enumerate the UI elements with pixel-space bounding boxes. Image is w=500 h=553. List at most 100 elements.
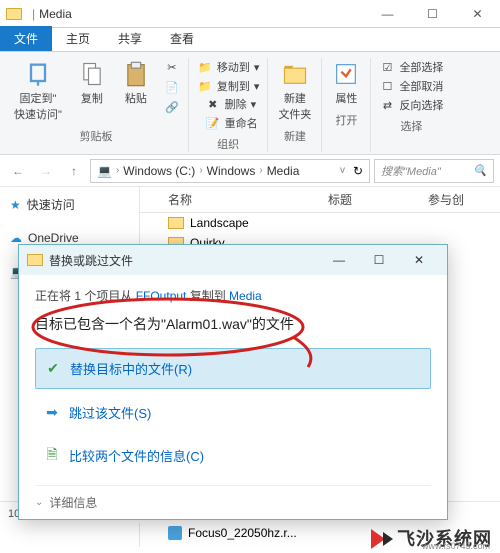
chevron-down-icon: ⌄ [35, 497, 43, 508]
crumb-2[interactable]: Media [267, 164, 300, 178]
menu-tabs: 文件 主页 共享 查看 [0, 28, 500, 52]
selectnone-label: 全部取消 [399, 78, 443, 94]
back-button[interactable]: ← [6, 159, 30, 183]
dlg-mid: 复制到 [186, 289, 229, 303]
dlg-dst-link[interactable]: Media [229, 289, 262, 303]
dlg-prefix: 正在将 1 个项目从 [35, 289, 136, 303]
dialog-more-details[interactable]: ⌄ 详细信息 [35, 485, 431, 511]
nav-quick-access[interactable]: ★ 快速访问 [0, 193, 139, 216]
tab-share[interactable]: 共享 [104, 26, 156, 51]
tab-home[interactable]: 主页 [52, 26, 104, 51]
folder-icon [6, 8, 22, 20]
col-title[interactable]: 标题 [320, 187, 420, 212]
check-icon: ✔ [44, 360, 62, 378]
up-button[interactable]: ↑ [62, 159, 86, 183]
copy-path-button[interactable]: 📄 [162, 78, 182, 96]
watermark-logo-icon [383, 532, 393, 546]
pin-label: 固定到" 快速访问" [14, 90, 62, 122]
col-name[interactable]: 名称 [160, 187, 320, 212]
paste-button[interactable]: 粘贴 [118, 58, 154, 108]
ribbon: 固定到" 快速访问" 复制 粘贴 ✂ 📄 🔗 剪贴板 📁移动到 ▾ 📁复制到 ▾ [0, 52, 500, 155]
watermark: 飞沙系统网 www.fs0745.com [371, 529, 492, 549]
invert-icon: ⇄ [379, 97, 395, 113]
delete-button[interactable]: ✖删除 ▾ [203, 95, 259, 113]
properties-icon [332, 60, 360, 88]
paste-label: 粘贴 [125, 90, 147, 106]
item-name: Landscape [190, 216, 249, 230]
option-replace[interactable]: ✔ 替换目标中的文件(R) [35, 348, 431, 389]
moveto-icon: 📁 [197, 59, 213, 75]
select-all-button[interactable]: ☑全部选择 [377, 58, 445, 76]
window-title: Media [39, 7, 72, 21]
copy-to-button[interactable]: 📁复制到 ▾ [195, 77, 262, 95]
crumb-1[interactable]: Windows [207, 164, 256, 178]
col-contrib[interactable]: 参与创 [420, 187, 500, 212]
dialog-maximize-button[interactable]: ☐ [359, 246, 399, 274]
copy-button[interactable]: 复制 [74, 58, 110, 108]
forward-button[interactable]: → [34, 159, 58, 183]
dialog-info-line: 正在将 1 个项目从 FFOutput 复制到 Media [35, 287, 431, 304]
replace-skip-dialog: 替换或跳过文件 — ☐ ✕ 正在将 1 个项目从 FFOutput 复制到 Me… [18, 244, 448, 520]
option-skip[interactable]: ➡ 跳过该文件(S) [35, 393, 431, 432]
dlg-src-link[interactable]: FFOutput [136, 289, 187, 303]
dlg-q-post: "的文件 [247, 316, 294, 332]
window-titlebar: | Media — ☐ ✕ [0, 0, 500, 28]
option-skip-label: 跳过该文件(S) [69, 403, 151, 422]
shortcut-icon: 🔗 [164, 99, 180, 115]
nav-onedrive-label: OneDrive [28, 231, 79, 245]
select-none-button[interactable]: ☐全部取消 [377, 77, 445, 95]
dlg-q-pre: 目标已包含一个名为" [35, 316, 166, 332]
tab-file[interactable]: 文件 [0, 26, 52, 51]
star-icon: ★ [10, 198, 21, 212]
properties-label: 属性 [335, 90, 357, 106]
option-compare-label: 比较两个文件的信息(C) [69, 446, 204, 465]
new-folder-icon [281, 60, 309, 88]
dialog-minimize-button[interactable]: — [319, 246, 359, 274]
new-folder-label: 新建 文件夹 [278, 90, 311, 122]
paste-icon [122, 60, 150, 88]
rename-button[interactable]: 📝重命名 [203, 114, 260, 132]
nav-quick-label: 快速访问 [27, 196, 75, 213]
invert-selection-button[interactable]: ⇄反向选择 [377, 96, 445, 114]
list-item[interactable]: Landscape [140, 213, 500, 233]
copy-icon [78, 60, 106, 88]
path-icon: 📄 [164, 79, 180, 95]
folder-icon [27, 254, 43, 266]
crumb-0[interactable]: Windows (C:) [123, 164, 195, 178]
organize-group-label: 组织 [217, 136, 239, 152]
move-to-button[interactable]: 📁移动到 ▾ [195, 58, 262, 76]
pin-icon [24, 60, 52, 88]
open-group-label: 打开 [335, 112, 357, 128]
properties-button[interactable]: 属性 [328, 58, 364, 108]
moveto-label: 移动到 [217, 59, 250, 75]
dlg-filename: Alarm01.wav [166, 316, 247, 332]
copyto-icon: 📁 [197, 78, 213, 94]
breadcrumb[interactable]: 💻 › Windows (C:)› Windows› Media v ↻ [90, 159, 370, 183]
dialog-close-button[interactable]: ✕ [399, 246, 439, 274]
tab-view[interactable]: 查看 [156, 26, 208, 51]
option-compare[interactable]: 🗎 比较两个文件的信息(C) [35, 436, 431, 475]
maximize-button[interactable]: ☐ [410, 0, 455, 28]
copyto-label: 复制到 [217, 78, 250, 94]
dialog-titlebar: 替换或跳过文件 — ☐ ✕ [19, 245, 447, 275]
address-bar: ← → ↑ 💻 › Windows (C:)› Windows› Media v… [0, 155, 500, 187]
selectall-icon: ☑ [379, 59, 395, 75]
more-label: 详细信息 [49, 494, 97, 511]
search-input[interactable]: 搜索"Media" 🔍 [374, 159, 494, 183]
close-button[interactable]: ✕ [455, 0, 500, 28]
refresh-button[interactable]: ↻ [353, 164, 363, 178]
new-group-label: 新建 [284, 128, 306, 144]
clipboard-group-label: 剪贴板 [79, 128, 112, 144]
select-group-label: 选择 [400, 118, 422, 134]
new-folder-button[interactable]: 新建 文件夹 [274, 58, 315, 124]
cloud-icon: ☁ [10, 231, 22, 245]
minimize-button[interactable]: — [365, 0, 410, 28]
option-replace-label: 替换目标中的文件(R) [70, 359, 192, 378]
invert-label: 反向选择 [399, 97, 443, 113]
paste-shortcut-button[interactable]: 🔗 [162, 98, 182, 116]
title-separator: | [32, 7, 35, 21]
audio-icon [168, 526, 182, 540]
pin-quickaccess-button[interactable]: 固定到" 快速访问" [10, 58, 66, 124]
cut-button[interactable]: ✂ [162, 58, 182, 76]
rename-icon: 📝 [205, 115, 221, 131]
